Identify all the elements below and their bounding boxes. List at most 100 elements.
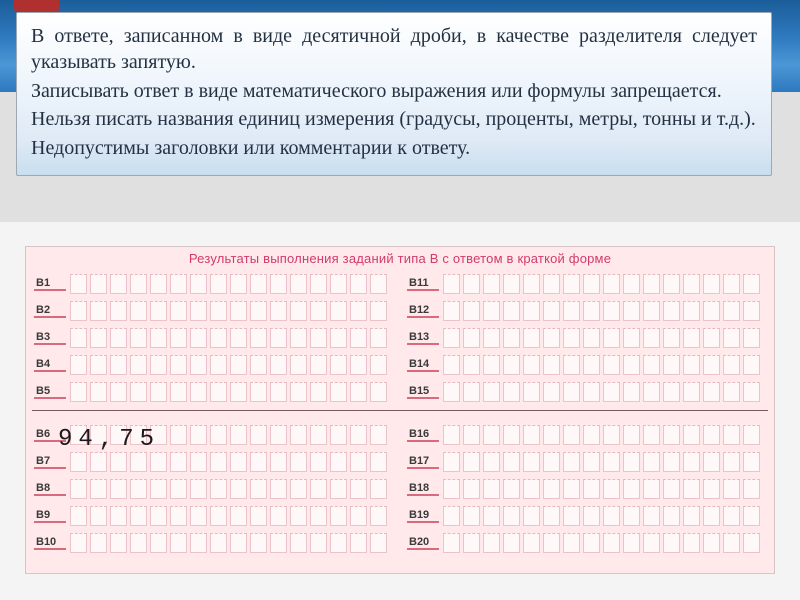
answer-cell[interactable] — [743, 425, 760, 445]
answer-cell[interactable] — [70, 328, 87, 348]
answer-cell[interactable] — [723, 301, 740, 321]
answer-cell[interactable] — [563, 274, 580, 294]
answer-cell[interactable] — [90, 355, 107, 375]
answer-cell[interactable] — [443, 328, 460, 348]
answer-cell[interactable] — [683, 506, 700, 526]
answer-cell[interactable] — [350, 301, 367, 321]
answer-cell[interactable] — [150, 479, 167, 499]
answer-cell[interactable] — [563, 425, 580, 445]
answer-cell[interactable] — [663, 533, 680, 553]
answer-cell[interactable] — [443, 355, 460, 375]
answer-cell[interactable] — [150, 301, 167, 321]
answer-cell[interactable] — [230, 328, 247, 348]
answer-cell[interactable] — [563, 506, 580, 526]
answer-cell[interactable] — [230, 506, 247, 526]
answer-cell[interactable] — [70, 452, 87, 472]
answer-cell[interactable] — [290, 274, 307, 294]
answer-cell[interactable] — [290, 533, 307, 553]
answer-cell[interactable] — [483, 425, 500, 445]
answer-cell[interactable] — [350, 274, 367, 294]
answer-cell[interactable] — [563, 301, 580, 321]
answer-cell[interactable] — [310, 506, 327, 526]
answer-cell[interactable] — [543, 425, 560, 445]
answer-cell[interactable] — [463, 479, 480, 499]
answer-cell[interactable] — [643, 355, 660, 375]
answer-cell[interactable] — [330, 382, 347, 402]
answer-cell[interactable] — [190, 425, 207, 445]
answer-cell[interactable] — [230, 533, 247, 553]
answer-cell[interactable] — [90, 452, 107, 472]
answer-cell[interactable] — [330, 479, 347, 499]
answer-cell[interactable] — [110, 301, 127, 321]
answer-cell[interactable] — [683, 382, 700, 402]
answer-cell[interactable] — [90, 382, 107, 402]
answer-cell[interactable] — [370, 301, 387, 321]
answer-cell[interactable] — [503, 382, 520, 402]
answer-cell[interactable] — [250, 506, 267, 526]
answer-cell[interactable] — [350, 425, 367, 445]
answer-cell[interactable] — [350, 479, 367, 499]
answer-cell[interactable] — [250, 355, 267, 375]
answer-cell[interactable] — [110, 533, 127, 553]
answer-cell[interactable] — [483, 328, 500, 348]
answer-cell[interactable] — [543, 479, 560, 499]
answer-cell[interactable] — [250, 425, 267, 445]
answer-cell[interactable] — [150, 274, 167, 294]
answer-cell[interactable] — [503, 479, 520, 499]
answer-cell[interactable] — [90, 425, 107, 445]
answer-cell[interactable] — [310, 355, 327, 375]
answer-cell[interactable] — [703, 274, 720, 294]
answer-cell[interactable] — [643, 425, 660, 445]
answer-cell[interactable] — [643, 533, 660, 553]
answer-cell[interactable] — [443, 452, 460, 472]
answer-cell[interactable] — [90, 301, 107, 321]
answer-cell[interactable] — [463, 506, 480, 526]
answer-cell[interactable] — [210, 301, 227, 321]
answer-cell[interactable] — [603, 479, 620, 499]
answer-cell[interactable] — [210, 328, 227, 348]
answer-cell[interactable] — [370, 355, 387, 375]
answer-cell[interactable] — [310, 301, 327, 321]
answer-cell[interactable] — [330, 355, 347, 375]
answer-cell[interactable] — [70, 301, 87, 321]
answer-cell[interactable] — [563, 328, 580, 348]
answer-cell[interactable] — [170, 382, 187, 402]
answer-cell[interactable] — [290, 355, 307, 375]
answer-cell[interactable] — [643, 452, 660, 472]
answer-cell[interactable] — [210, 506, 227, 526]
answer-cell[interactable] — [623, 382, 640, 402]
answer-cell[interactable] — [603, 425, 620, 445]
answer-cell[interactable] — [623, 533, 640, 553]
answer-cell[interactable] — [543, 328, 560, 348]
answer-cell[interactable] — [110, 506, 127, 526]
answer-cell[interactable] — [463, 452, 480, 472]
answer-cell[interactable] — [483, 452, 500, 472]
answer-cell[interactable] — [643, 328, 660, 348]
answer-cell[interactable] — [503, 533, 520, 553]
answer-cell[interactable] — [563, 355, 580, 375]
answer-cell[interactable] — [503, 274, 520, 294]
answer-cell[interactable] — [543, 274, 560, 294]
answer-cell[interactable] — [743, 533, 760, 553]
answer-cell[interactable] — [210, 452, 227, 472]
answer-cell[interactable] — [190, 328, 207, 348]
answer-cell[interactable] — [543, 382, 560, 402]
answer-cell[interactable] — [723, 328, 740, 348]
answer-cell[interactable] — [483, 301, 500, 321]
answer-cell[interactable] — [350, 382, 367, 402]
answer-cell[interactable] — [743, 479, 760, 499]
answer-cell[interactable] — [70, 533, 87, 553]
answer-cell[interactable] — [250, 533, 267, 553]
answer-cell[interactable] — [190, 452, 207, 472]
answer-cell[interactable] — [190, 382, 207, 402]
answer-cell[interactable] — [663, 479, 680, 499]
answer-cell[interactable] — [503, 425, 520, 445]
answer-cell[interactable] — [623, 506, 640, 526]
answer-cell[interactable] — [330, 452, 347, 472]
answer-cell[interactable] — [543, 301, 560, 321]
answer-cell[interactable] — [330, 301, 347, 321]
answer-cell[interactable] — [110, 382, 127, 402]
answer-cell[interactable] — [463, 301, 480, 321]
answer-cell[interactable] — [603, 382, 620, 402]
answer-cell[interactable] — [190, 274, 207, 294]
